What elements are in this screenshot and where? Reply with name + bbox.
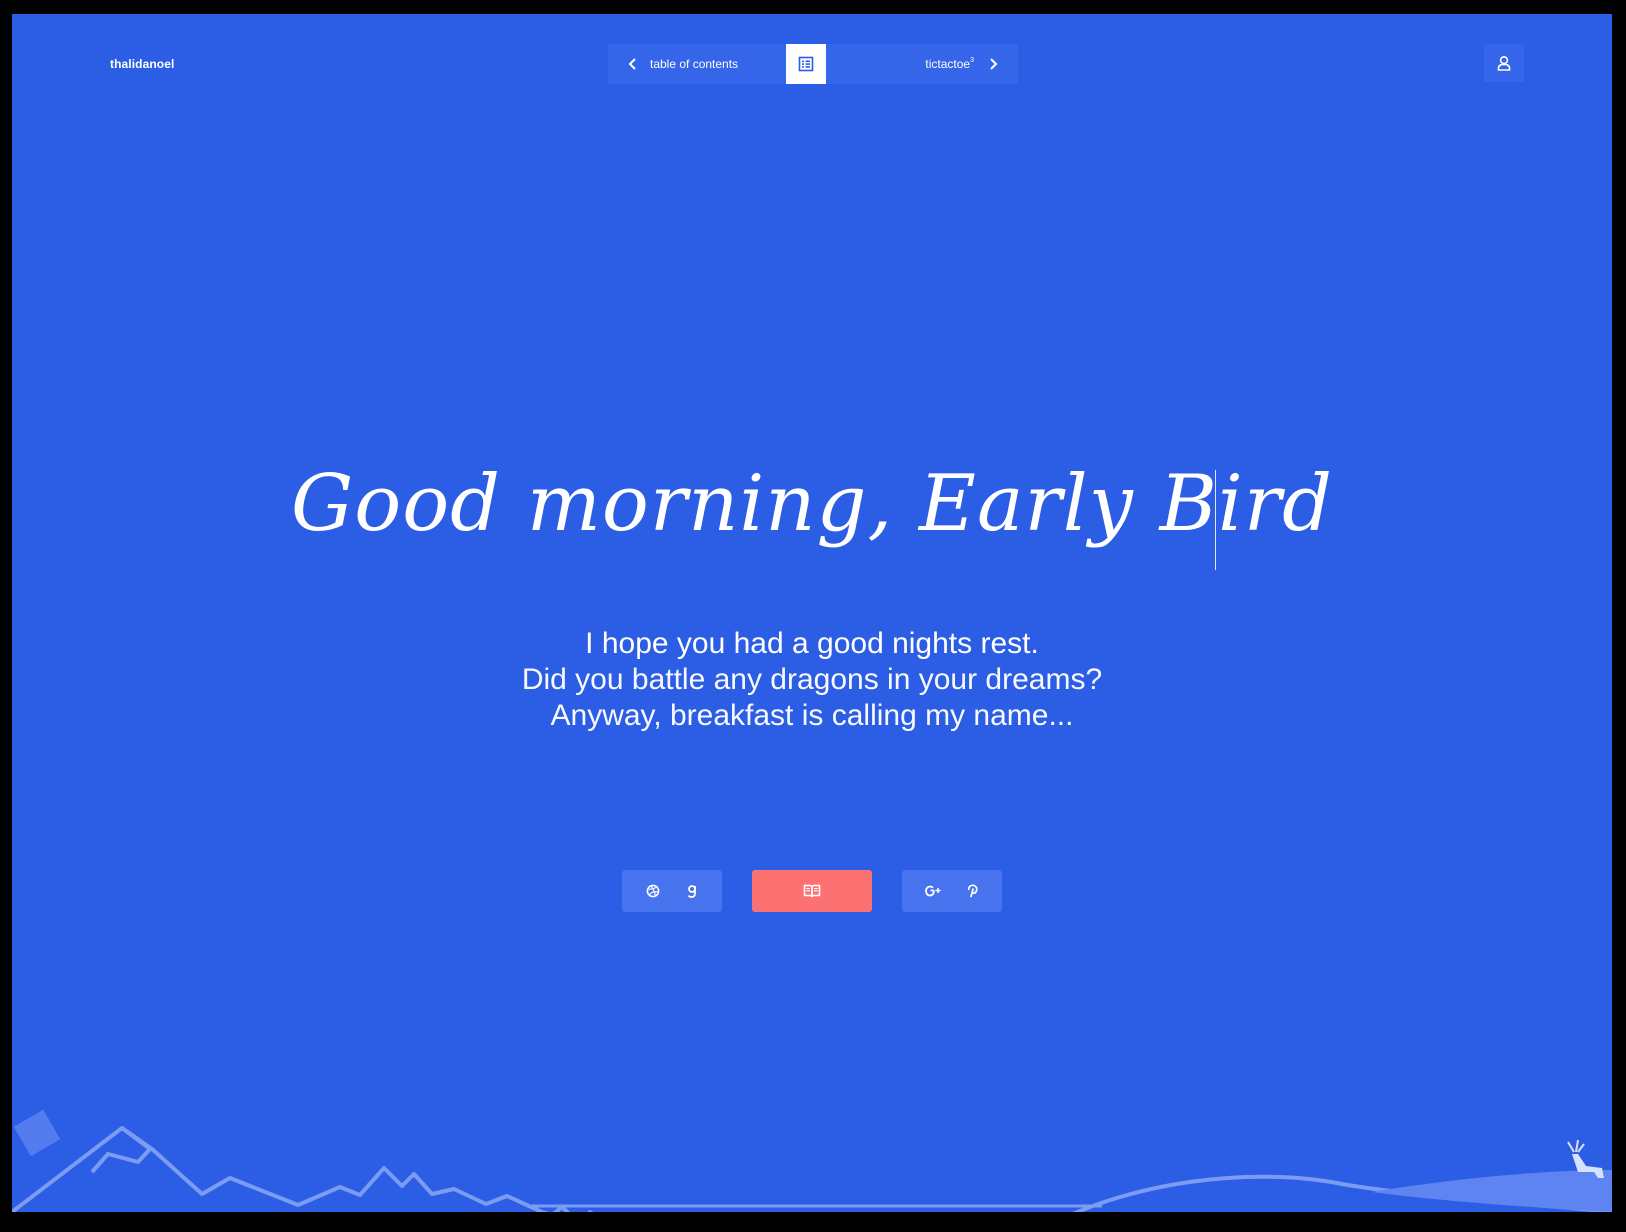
hero-line-2: Did you battle any dragons in your dream…	[521, 663, 1103, 696]
user-icon	[1497, 55, 1511, 71]
typing-cursor	[1215, 470, 1216, 570]
landscape-illustration	[12, 1109, 1612, 1212]
chevron-left-icon	[628, 58, 636, 70]
site-brand[interactable]: thalidanoel	[110, 57, 174, 71]
social-group-right	[902, 870, 1002, 912]
nav-next-link[interactable]: tictactoe3	[838, 44, 1018, 84]
nav-next-sup: 3	[970, 57, 974, 64]
nav-next-label: tictactoe3	[925, 57, 974, 71]
hero-headline: Good morning, Early Bird	[290, 459, 1334, 549]
sign-icon	[13, 1109, 61, 1157]
list-icon	[798, 56, 814, 72]
pinterest-icon[interactable]	[967, 884, 979, 898]
table-of-contents-button[interactable]	[786, 44, 826, 84]
user-account-button[interactable]	[1484, 44, 1524, 82]
google-plus-icon[interactable]	[925, 884, 941, 898]
nav-prev-link[interactable]: table of contents	[608, 44, 786, 84]
read-book-button[interactable]	[752, 870, 872, 912]
hero-subtext: I hope you had a good nights rest. Did y…	[12, 626, 1612, 734]
nav-prev-label: table of contents	[650, 57, 739, 71]
top-navigation: table of contents tictactoe3	[608, 44, 1018, 84]
dribbble-icon[interactable]	[646, 884, 660, 898]
page-canvas: thalidanoel table of contents tictactoe3	[12, 14, 1612, 1212]
hero-line-3: Anyway, breakfast is calling my name...	[550, 699, 1074, 732]
goodreads-icon[interactable]	[686, 884, 698, 898]
social-group-left	[622, 870, 722, 912]
hero-line-1: I hope you had a good nights rest.	[585, 627, 1039, 660]
chevron-right-icon	[990, 58, 998, 70]
action-bar	[12, 870, 1612, 912]
book-icon	[803, 884, 821, 898]
